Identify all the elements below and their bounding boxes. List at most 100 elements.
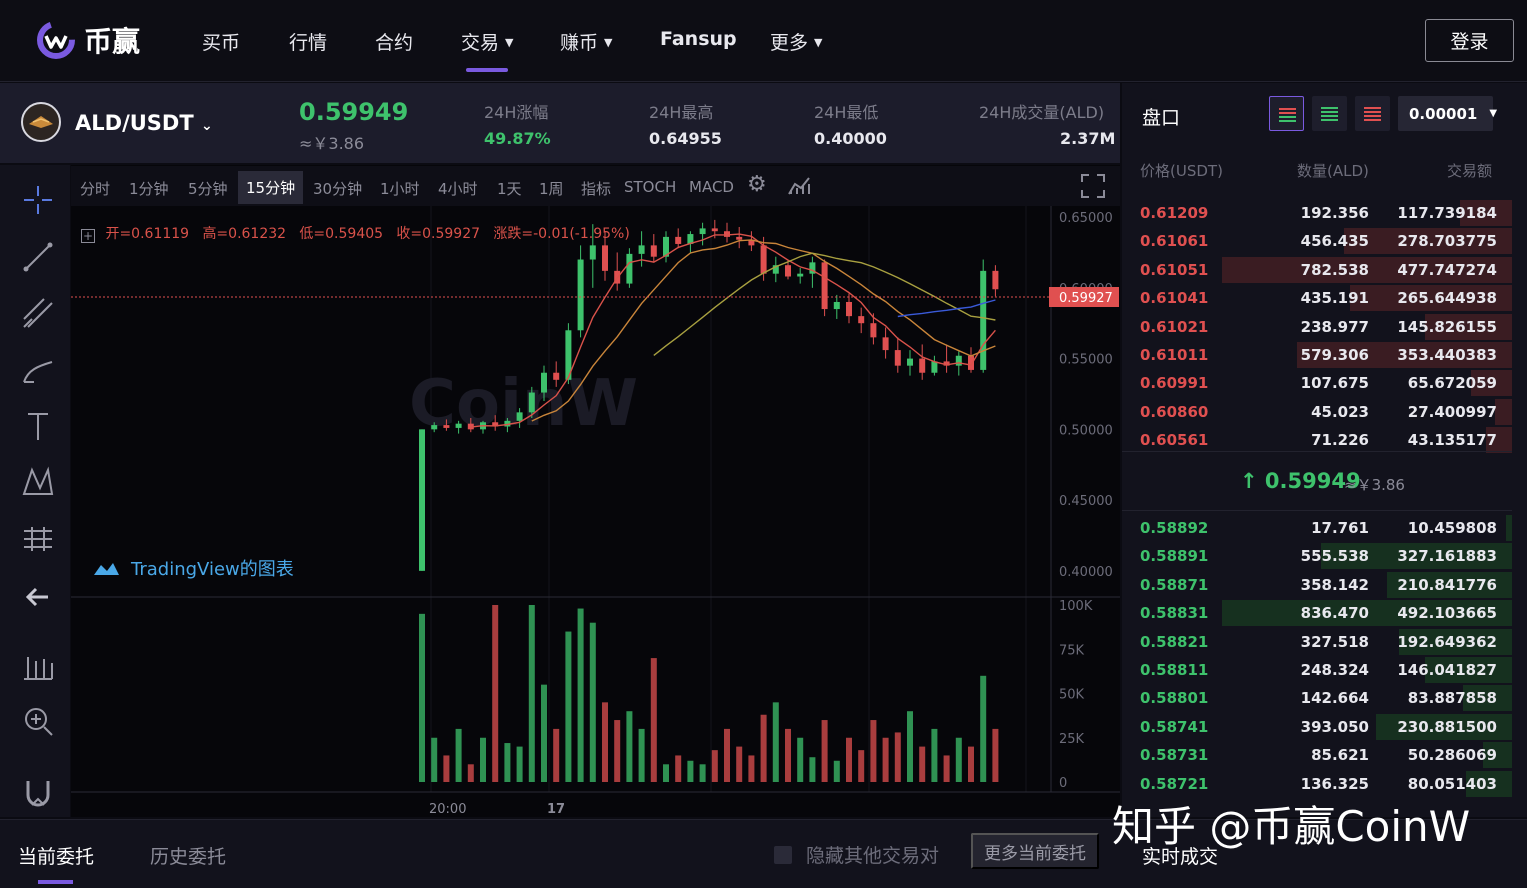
magnet-icon[interactable] (18, 771, 58, 811)
ohlc-open: 开=0.61119 (105, 226, 190, 242)
crosshair-icon[interactable] (18, 180, 58, 220)
row-amount: 248.324 (1300, 661, 1369, 679)
volume-bar (980, 675, 987, 782)
tab-current-orders[interactable]: 当前委托 (18, 842, 94, 869)
volume-tick: 0 (1059, 776, 1067, 791)
row-amount: 17.761 (1311, 519, 1369, 537)
volume-bar (724, 728, 730, 782)
volume-bar (589, 622, 596, 782)
bid-row[interactable]: 0.58892 17.761 10.459808 (1122, 514, 1512, 541)
chart-type-icon[interactable] (787, 174, 813, 196)
ask-row[interactable]: 0.60561 71.226 43.135177 (1122, 426, 1512, 454)
ask-row[interactable]: 0.61021 238.977 145.826155 (1122, 313, 1512, 340)
more-orders-button[interactable]: 更多当前委托 (971, 833, 1099, 869)
volume-bar (919, 746, 926, 782)
high-value: 0.64955 (649, 129, 722, 148)
settings-gear-icon[interactable]: ⚙ (747, 172, 767, 197)
bid-row[interactable]: 0.58741 393.050 230.881500 (1122, 713, 1512, 740)
bid-row[interactable]: 0.58871 358.142 210.841776 (1122, 571, 1512, 598)
ask-row[interactable]: 0.61061 456.435 278.703775 (1122, 227, 1512, 255)
row-price: 0.58821 (1140, 632, 1209, 651)
nav-fansup[interactable]: Fansup (660, 28, 737, 54)
row-total: 117.739184 (1397, 204, 1497, 222)
interval-1w[interactable]: 1周 (539, 178, 564, 199)
row-total: 80.051403 (1407, 774, 1497, 793)
orderbook-mode-bids[interactable] (1312, 96, 1347, 131)
macd-button[interactable]: MACD (689, 178, 734, 196)
precision-select[interactable]: 0.00001 ▼ (1398, 96, 1497, 131)
brush-icon[interactable] (18, 350, 58, 390)
text-tool-icon[interactable] (18, 406, 58, 446)
volume-bar (931, 728, 938, 782)
interval-1d[interactable]: 1天 (497, 178, 522, 199)
nav-buy-crypto[interactable]: 买币 (202, 28, 240, 54)
ask-row[interactable]: 0.60991 107.675 65.672059 (1122, 369, 1512, 397)
candle-body (577, 259, 584, 331)
volume-bar (541, 684, 547, 782)
row-amount: 327.518 (1300, 632, 1369, 651)
pattern-icon[interactable] (18, 462, 58, 502)
row-total: 83.887858 (1407, 689, 1497, 708)
hide-other-pairs-checkbox[interactable] (774, 846, 792, 864)
ask-row[interactable]: 0.61011 579.306 353.440383 (1122, 341, 1512, 368)
trend-line-icon[interactable] (18, 237, 58, 277)
interval-15m[interactable]: 15分钟 (238, 171, 304, 204)
ticker-bar: ALD/USDT ⌄ 0.59949 ≈￥3.86 24H涨幅 49.87% 2… (0, 83, 1120, 163)
fib-channel-icon[interactable] (18, 293, 58, 333)
volume-bar (663, 764, 669, 782)
bid-row[interactable]: 0.58891 555.538 327.161883 (1122, 542, 1512, 570)
tradingview-label: TradingView的图表 (131, 559, 294, 580)
interval-1h[interactable]: 1小时 (380, 178, 420, 199)
price-tick: 0.65000 (1059, 211, 1113, 226)
nav-markets[interactable]: 行情 (289, 28, 327, 54)
indicators-button[interactable]: 指标 (581, 178, 611, 199)
interval-5m[interactable]: 5分钟 (188, 178, 228, 199)
ruler-icon[interactable] (18, 647, 58, 687)
orderbook-mode-asks[interactable] (1355, 96, 1390, 131)
volume-bar (870, 720, 877, 782)
nav-trade[interactable]: 交易 ▼ (461, 28, 513, 54)
nav-earn[interactable]: 赚币 ▼ (560, 28, 612, 54)
tradingview-attribution[interactable]: TradingView的图表 (91, 555, 294, 581)
fullscreen-icon[interactable] (1079, 172, 1107, 200)
coinw-watermark: CoinW (409, 367, 638, 441)
mid-price: ↑ 0.59949 (1240, 469, 1361, 493)
volume-bar (431, 737, 438, 782)
interval-4h[interactable]: 4小时 (438, 178, 478, 199)
row-total: 265.644938 (1397, 289, 1497, 308)
tab-history-orders[interactable]: 历史委托 (150, 842, 226, 869)
ask-row[interactable]: 0.60860 45.023 27.400997 (1122, 398, 1512, 425)
ask-row[interactable]: 0.61051 782.538 477.747274 (1122, 256, 1512, 283)
volume-tick: 50K (1059, 688, 1085, 703)
time-tick-17: 17 (547, 802, 565, 817)
brand-logo[interactable]: 币赢 (36, 20, 140, 60)
bid-row[interactable]: 0.58821 327.518 192.649362 (1122, 628, 1512, 655)
interval-timeline[interactable]: 分时 (80, 178, 110, 199)
interval-30m[interactable]: 30分钟 (313, 178, 362, 199)
legend-toggle-icon[interactable]: + (81, 229, 95, 243)
candle-body (785, 265, 791, 277)
nav-contracts[interactable]: 合约 (375, 28, 413, 54)
login-button[interactable]: 登录 (1425, 19, 1514, 62)
bid-row[interactable]: 0.58831 836.470 492.103665 (1122, 599, 1512, 627)
trading-pair-selector[interactable]: ALD/USDT ⌄ (75, 111, 213, 135)
stoch-button[interactable]: STOCH (624, 178, 676, 196)
bid-row[interactable]: 0.58801 142.664 83.887858 (1122, 684, 1512, 712)
volume-bar (736, 746, 743, 782)
row-amount: 45.023 (1311, 402, 1369, 421)
measure-icon[interactable] (18, 519, 58, 559)
ask-row[interactable]: 0.61041 435.191 265.644938 (1122, 284, 1512, 312)
orderbook-mode-both[interactable] (1269, 96, 1304, 131)
back-arrow-icon[interactable] (18, 577, 58, 617)
ohlc-low: 低=0.59405 (299, 226, 384, 242)
volume-bar (687, 760, 694, 782)
ask-row[interactable]: 0.61209 192.356 117.739184 (1122, 199, 1512, 226)
bid-row[interactable]: 0.58731 85.621 50.286069 (1122, 741, 1512, 769)
zoom-in-icon[interactable] (18, 701, 58, 741)
chart-canvas[interactable]: CoinW 0.650000.600000.550000.500000.4500… (71, 165, 1120, 817)
interval-1m[interactable]: 1分钟 (129, 178, 169, 199)
volume-bar (565, 631, 572, 782)
price-chart[interactable]: CoinW 0.650000.600000.550000.500000.4500… (71, 165, 1120, 817)
bid-row[interactable]: 0.58811 248.324 146.041827 (1122, 656, 1512, 683)
nav-more[interactable]: 更多 ▼ (770, 28, 822, 54)
